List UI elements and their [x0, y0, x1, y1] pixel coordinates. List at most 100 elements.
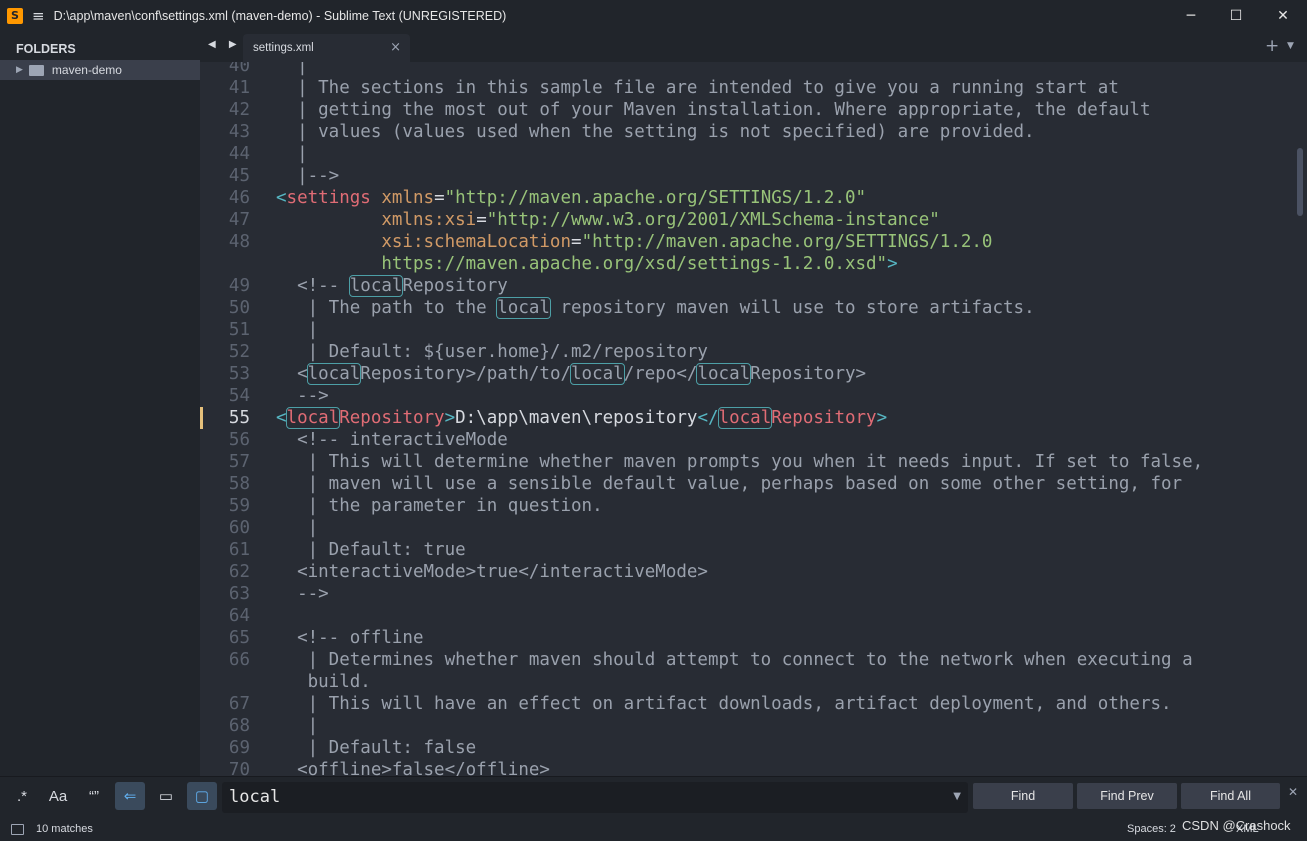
line-number: 69 [228, 738, 250, 758]
code-token: = [476, 210, 487, 230]
maximize-button[interactable]: ☐ [1213, 0, 1259, 31]
code-line[interactable]: 57 | This will determine whether maven p… [200, 451, 1295, 473]
code-editor[interactable]: 40 | 41 | The sections in this sample fil… [200, 62, 1295, 776]
code-line[interactable]: 68 | [200, 715, 1295, 737]
code-line[interactable]: build. [200, 671, 1295, 693]
code-line[interactable]: 45 |--> [200, 165, 1295, 187]
tab-close-icon[interactable]: × [390, 40, 401, 55]
find-all-button[interactable]: Find All [1181, 783, 1280, 809]
line-text: | [276, 143, 308, 165]
close-find-icon[interactable]: ✕ [1288, 785, 1298, 799]
code-line[interactable]: 49 <!-- localRepository [200, 275, 1295, 297]
code-line[interactable]: 63 --> [200, 583, 1295, 605]
code-line[interactable]: 47 xmlns:xsi="http://www.w3.org/2001/XML… [200, 209, 1295, 231]
line-text: | Default: true [276, 539, 466, 561]
code-line[interactable]: https://maven.apache.org/xsd/settings-1.… [200, 253, 1295, 275]
line-number: 58 [228, 474, 250, 494]
line-text: <settings xmlns="http://maven.apache.org… [276, 187, 866, 209]
line-number: 66 [228, 650, 250, 670]
code-line[interactable]: 41 | The sections in this sample file ar… [200, 77, 1295, 99]
search-match: local [306, 363, 362, 385]
code-line[interactable]: 62 <interactiveMode>true</interactiveMod… [200, 561, 1295, 583]
line-text: | the parameter in question. [276, 495, 603, 517]
find-button[interactable]: Find [973, 783, 1073, 809]
code-line[interactable]: 46 <settings xmlns="http://maven.apache.o… [200, 187, 1295, 209]
line-number: 67 [228, 694, 250, 714]
code-token: Repository [771, 408, 877, 428]
line-number: 40 [228, 62, 250, 76]
find-prev-button[interactable]: Find Prev [1077, 783, 1177, 809]
chevron-right-icon[interactable]: ▶ [16, 65, 23, 75]
code-token: > [876, 408, 888, 428]
code-token: |--> [276, 166, 340, 186]
indentation-status[interactable]: Spaces: 2 [1127, 823, 1176, 835]
line-number: 51 [228, 320, 250, 340]
code-token: repository maven will use to store artif… [549, 298, 1035, 318]
code-line[interactable]: 43 | values (values used when the settin… [200, 121, 1295, 143]
code-line[interactable]: 53 <localRepository>/path/to/local/repo<… [200, 363, 1295, 385]
code-line[interactable]: 56 <!-- interactiveMode [200, 429, 1295, 451]
code-line[interactable]: 69 | Default: false [200, 737, 1295, 759]
code-line[interactable]: 50 | The path to the local repository ma… [200, 297, 1295, 319]
code-token: < [276, 364, 308, 384]
case-sensitive-toggle[interactable]: Aa [43, 782, 73, 810]
line-number: 41 [228, 78, 250, 98]
minimize-button[interactable]: ─ [1168, 0, 1214, 31]
tab-nav-arrows[interactable]: ◀ ▶ [208, 39, 242, 50]
code-line[interactable]: 64 [200, 605, 1295, 627]
code-line[interactable]: 70 <offline>false</offline> [200, 759, 1295, 776]
code-token: <!-- offline [276, 628, 424, 648]
close-window-button[interactable]: ✕ [1260, 0, 1306, 31]
panel-toggle-icon[interactable] [11, 824, 24, 835]
search-match: local [496, 297, 551, 319]
in-selection-toggle[interactable]: ▭ [151, 782, 181, 810]
code-line[interactable]: 67 | This will have an effect on artifac… [200, 693, 1295, 715]
hamburger-menu-icon[interactable]: ≡ [32, 7, 45, 25]
sublime-text-icon: S [7, 7, 23, 24]
code-token: <!-- [276, 276, 350, 296]
find-history-dropdown-icon[interactable]: ▼ [953, 791, 961, 802]
code-token: | [276, 144, 308, 164]
tab-settings-xml[interactable]: settings.xml × [243, 34, 410, 62]
code-line[interactable]: 44 | [200, 143, 1295, 165]
line-text: |--> [276, 165, 339, 187]
code-line[interactable]: 58 | maven will use a sensible default v… [200, 473, 1295, 495]
code-line[interactable]: 60 | [200, 517, 1295, 539]
tab-list-dropdown-icon[interactable]: ▼ [1287, 41, 1294, 51]
whole-word-toggle[interactable]: “” [79, 782, 109, 810]
regex-toggle[interactable]: .* [7, 782, 37, 810]
code-line[interactable]: 61 | Default: true [200, 539, 1295, 561]
code-line[interactable]: 40 | [200, 62, 1295, 77]
line-text: | [276, 715, 319, 737]
code-token: | The path to the [276, 298, 498, 318]
folders-header: FOLDERS [16, 42, 76, 56]
code-line[interactable]: 54 --> [200, 385, 1295, 407]
line-number: 53 [228, 364, 250, 384]
code-token: | Default: ${user.home}/.m2/repository [276, 342, 708, 362]
line-number: 52 [228, 342, 250, 362]
line-number: 64 [228, 606, 250, 626]
code-line[interactable]: 51 | [200, 319, 1295, 341]
scrollbar-thumb[interactable] [1297, 148, 1303, 216]
code-line[interactable]: 55 <localRepository>D:\app\maven\reposito… [200, 407, 1295, 429]
code-line[interactable]: 59 | the parameter in question. [200, 495, 1295, 517]
code-token: | values (values used when the setting i… [276, 122, 1035, 142]
new-tab-icon[interactable]: + [1265, 36, 1279, 56]
line-text: | This will have an effect on artifact d… [276, 693, 1172, 715]
code-line[interactable]: 52 | Default: ${user.home}/.m2/repositor… [200, 341, 1295, 363]
line-text: | getting the most out of your Maven ins… [276, 99, 1150, 121]
sidebar-item-maven-demo[interactable]: ▶ maven-demo [0, 60, 200, 80]
folder-name: maven-demo [51, 63, 122, 77]
wrap-toggle[interactable]: ⇐ [115, 782, 145, 810]
find-input-box[interactable]: local ▼ [222, 782, 968, 813]
code-line[interactable]: 42 | getting the most out of your Maven … [200, 99, 1295, 121]
code-line[interactable]: 48 xsi:schemaLocation="http://maven.apac… [200, 231, 1295, 253]
title-bar: S ≡ D:\app\maven\conf\settings.xml (mave… [0, 0, 1307, 31]
find-input[interactable]: local [229, 787, 280, 807]
code-token: = [571, 232, 582, 252]
highlight-matches-toggle[interactable]: ▢ [187, 782, 217, 810]
code-line[interactable]: 65 <!-- offline [200, 627, 1295, 649]
code-line[interactable]: 66 | Determines whether maven should att… [200, 649, 1295, 671]
sidebar: FOLDERS ▶ maven-demo [0, 31, 200, 776]
vertical-scrollbar[interactable] [1295, 62, 1307, 776]
